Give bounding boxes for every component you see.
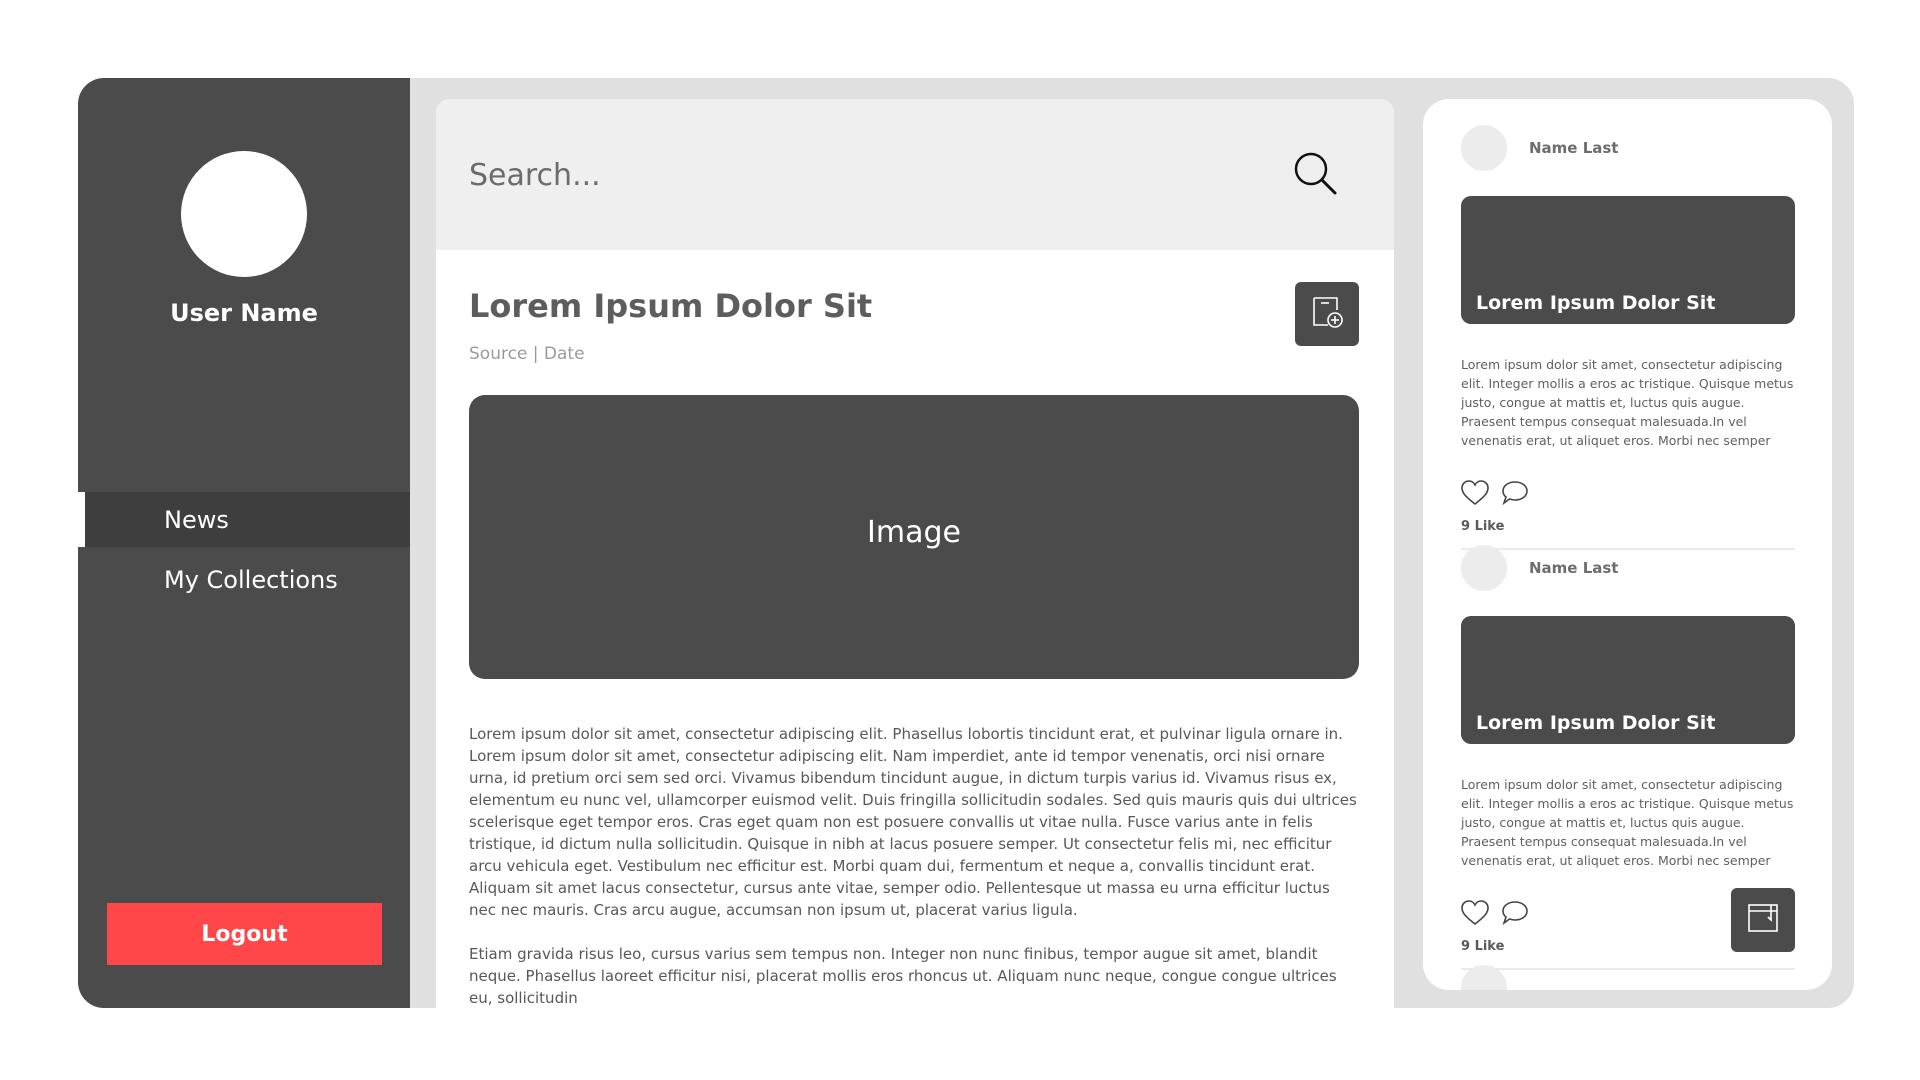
comment-icon[interactable] (1501, 900, 1529, 930)
sidebar-item-label: News (164, 505, 229, 534)
social-feed: Name Last Lorem Ipsum Dolor Sit Lorem ip… (1423, 99, 1832, 990)
author-name[interactable]: Name Last (1529, 139, 1618, 157)
search-bar (436, 99, 1394, 250)
like-count: 9 Like (1461, 519, 1505, 534)
author-name[interactable]: Name Last (1529, 559, 1618, 577)
author-avatar[interactable] (1461, 545, 1507, 591)
feed-card[interactable]: Lorem Ipsum Dolor Sit (1461, 616, 1795, 744)
divider (1461, 548, 1795, 550)
article-paragraph: Lorem ipsum dolor sit amet, consectetur … (469, 725, 1357, 919)
feed-card-title: Lorem Ipsum Dolor Sit (1476, 712, 1716, 734)
sidebar: User Name News My Collections Logout (78, 78, 410, 1008)
feed-text: Lorem ipsum dolor sit amet, consectetur … (1461, 357, 1794, 448)
article-meta: Source | Date (469, 344, 585, 364)
user-avatar[interactable] (181, 151, 307, 277)
heart-icon[interactable] (1461, 900, 1489, 930)
sidebar-item-label: My Collections (164, 565, 338, 594)
comment-icon[interactable] (1501, 480, 1529, 510)
article-image-label: Image (867, 514, 961, 550)
feed-actions (1461, 480, 1529, 510)
sidebar-nav: News My Collections (78, 492, 410, 612)
feed-actions (1461, 900, 1529, 930)
add-to-collection-icon (1307, 292, 1347, 336)
author-avatar[interactable] (1461, 125, 1507, 171)
feed-card[interactable]: Lorem Ipsum Dolor Sit (1461, 196, 1795, 324)
user-name: User Name (170, 299, 318, 327)
divider (1461, 968, 1795, 970)
search-icon[interactable] (1291, 149, 1341, 199)
note-icon (1745, 900, 1781, 940)
article-paragraph: Etiam gravida risus leo, cursus varius s… (469, 945, 1337, 1007)
search-input[interactable] (469, 147, 1169, 203)
heart-icon[interactable] (1461, 480, 1489, 510)
feed-text: Lorem ipsum dolor sit amet, consectetur … (1461, 777, 1794, 868)
article-title: Lorem Ipsum Dolor Sit (469, 287, 873, 325)
feed-card-title: Lorem Ipsum Dolor Sit (1476, 292, 1716, 314)
article-image: Image (469, 395, 1359, 679)
main-content: Lorem Ipsum Dolor Sit Source | Date Imag… (436, 99, 1394, 1008)
add-to-collection-button[interactable] (1295, 282, 1359, 346)
app-window: User Name News My Collections Logout Lor… (78, 78, 1854, 1008)
article-body: Lorem ipsum dolor sit amet, consectetur … (469, 723, 1359, 1008)
note-button[interactable] (1731, 888, 1795, 952)
like-count: 9 Like (1461, 939, 1505, 954)
sidebar-item-news[interactable]: News (78, 492, 410, 547)
sidebar-item-my-collections[interactable]: My Collections (78, 552, 410, 607)
logout-button[interactable]: Logout (107, 903, 382, 965)
